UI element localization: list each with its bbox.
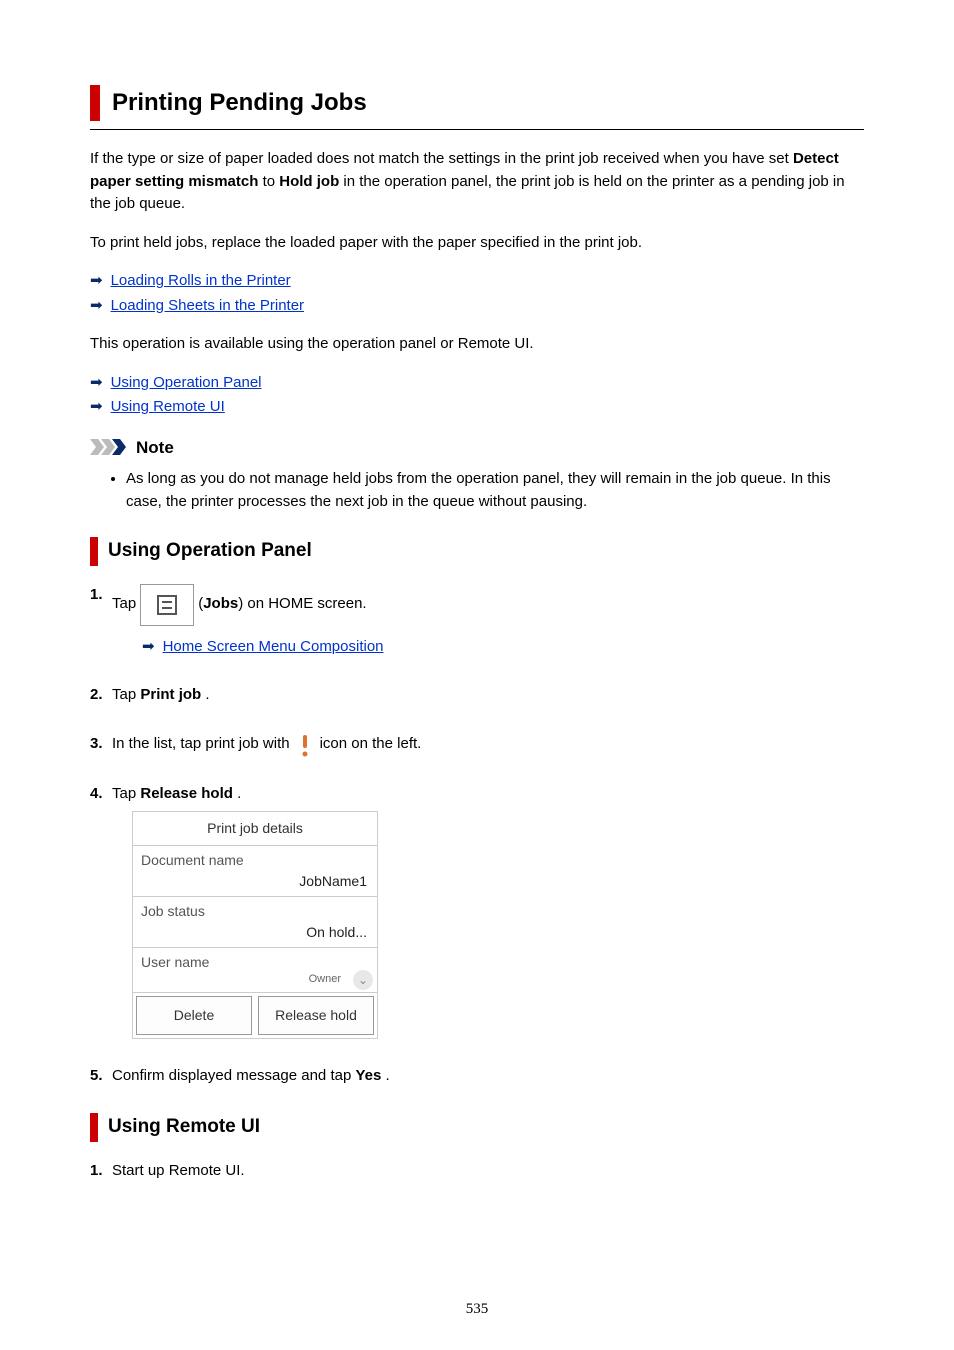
chevron-down-icon[interactable]: ⌄ [353, 970, 373, 990]
note-header: Note [90, 435, 864, 461]
step-text: . [386, 1067, 390, 1084]
step-3-text: In the list, tap print job with icon on … [112, 733, 421, 757]
note-title: Note [136, 435, 174, 461]
intro-paragraph-2: To print held jobs, replace the loaded p… [90, 232, 864, 255]
step-number: 3. [90, 733, 103, 756]
link-using-remote-ui[interactable]: Using Remote UI [111, 396, 225, 419]
step-text: In the list, tap print job with [112, 733, 290, 756]
link-home-screen-menu[interactable]: Home Screen Menu Composition [163, 636, 384, 659]
release-hold-button[interactable]: Release hold [258, 996, 374, 1035]
jobs-icon [140, 584, 194, 626]
intro-text: If the type or size of paper loaded does… [90, 150, 793, 167]
arrow-icon: ➡ [90, 396, 103, 419]
step-number: 5. [90, 1065, 103, 1088]
alert-icon [294, 733, 316, 757]
step-text: Tap [112, 785, 140, 802]
arrow-icon: ➡ [90, 372, 103, 395]
step-text: Confirm displayed message and tap [112, 1067, 355, 1084]
panel-row-jobstatus: Job status On hold... [133, 897, 377, 948]
step-number: 1. [90, 584, 103, 607]
link-using-operation-panel[interactable]: Using Operation Panel [111, 372, 262, 395]
jobstatus-value: On hold... [141, 922, 369, 943]
docname-label: Document name [141, 850, 369, 871]
title-rule [90, 129, 864, 130]
note-item: As long as you do not manage held jobs f… [126, 468, 864, 513]
heading-using-operation-panel: Using Operation Panel [108, 537, 864, 566]
panel-title: Print job details [133, 812, 377, 846]
link-list-2: ➡ Using Operation Panel ➡ Using Remote U… [90, 372, 864, 419]
intro-paragraph-3: This operation is available using the op… [90, 333, 864, 356]
bold-hold: Hold job [279, 173, 339, 190]
note-body: As long as you do not manage held jobs f… [108, 468, 864, 513]
arrow-icon: ➡ [90, 270, 103, 293]
heading-using-remote-ui: Using Remote UI [108, 1113, 864, 1142]
step-number: 2. [90, 684, 103, 707]
remote-step-1-text: Start up Remote UI. [112, 1162, 245, 1179]
page-number: 535 [0, 1298, 954, 1321]
bold-print-job: Print job [140, 686, 201, 703]
step-text: icon on the left. [320, 733, 422, 756]
panel-row-docname: Document name JobName1 [133, 846, 377, 897]
username-label: User name [141, 952, 369, 973]
step-5-text: Confirm displayed message and tap Yes . [112, 1067, 390, 1084]
step-text: Tap [112, 686, 140, 703]
arrow-icon: ➡ [90, 295, 103, 318]
intro-to: to [263, 173, 280, 190]
jobstatus-label: Job status [141, 901, 369, 922]
step-4-text: Tap Release hold . [112, 785, 241, 802]
bold-release-hold: Release hold [140, 785, 233, 802]
link-loading-sheets[interactable]: Loading Sheets in the Printer [111, 295, 304, 318]
intro-paragraph-1: If the type or size of paper loaded does… [90, 148, 864, 216]
link-loading-rolls[interactable]: Loading Rolls in the Printer [111, 270, 291, 293]
username-sub: Owner [141, 971, 369, 988]
print-job-details-panel: Print job details Document name JobName1… [132, 811, 378, 1039]
step-text: ) on HOME screen. [238, 593, 366, 616]
step-text: . [237, 785, 241, 802]
step-number: 1. [90, 1160, 103, 1183]
page-title: Printing Pending Jobs [112, 85, 864, 121]
bold-yes: Yes [355, 1067, 381, 1084]
step-2-text: Tap Print job . [112, 686, 210, 703]
chevron-icon [90, 439, 128, 455]
panel-row-username: User name Owner ⌄ [133, 948, 377, 993]
step-text: Tap [112, 593, 136, 616]
step-number: 4. [90, 783, 103, 806]
link-list-1: ➡ Loading Rolls in the Printer ➡ Loading… [90, 270, 864, 317]
delete-button[interactable]: Delete [136, 996, 252, 1035]
arrow-icon: ➡ [142, 636, 155, 659]
docname-value: JobName1 [141, 871, 369, 892]
step-1-text: Tap ( Jobs ) on HOME screen. [112, 584, 367, 626]
bold-jobs: Jobs [203, 593, 238, 616]
step-text: . [205, 686, 209, 703]
